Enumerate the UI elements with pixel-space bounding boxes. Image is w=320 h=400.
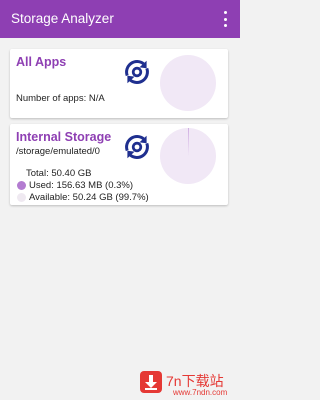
app-bar: Storage Analyzer (0, 0, 240, 38)
refresh-icon[interactable] (121, 131, 153, 163)
used-legend-dot (17, 181, 26, 190)
number-of-apps-label: Number of apps: N/A (16, 93, 105, 104)
all-apps-title: All Apps (16, 55, 67, 69)
download-icon (140, 371, 162, 393)
watermark-url: www.7ndn.com (173, 388, 228, 397)
apps-pie-chart (160, 55, 216, 111)
available-label: Available: 50.24 GB (99.7%) (29, 192, 149, 203)
storage-pie-chart (160, 127, 216, 184)
watermark-logo: 7n下载站 www.7ndn.com (140, 371, 236, 397)
available-legend-dot (17, 193, 26, 202)
internal-storage-title: Internal Storage (16, 130, 112, 144)
overflow-menu-icon[interactable] (218, 10, 232, 28)
internal-storage-card[interactable]: Internal Storage /storage/emulated/0 Tot… (10, 124, 228, 205)
total-label: Total: 50.40 GB (26, 168, 92, 179)
used-label: Used: 156.63 MB (0.3%) (29, 180, 134, 191)
all-apps-card[interactable]: All Apps Number of apps: N/A (10, 49, 228, 118)
app-title: Storage Analyzer (11, 11, 114, 26)
storage-path: /storage/emulated/0 (16, 146, 100, 157)
refresh-icon[interactable] (121, 56, 153, 88)
